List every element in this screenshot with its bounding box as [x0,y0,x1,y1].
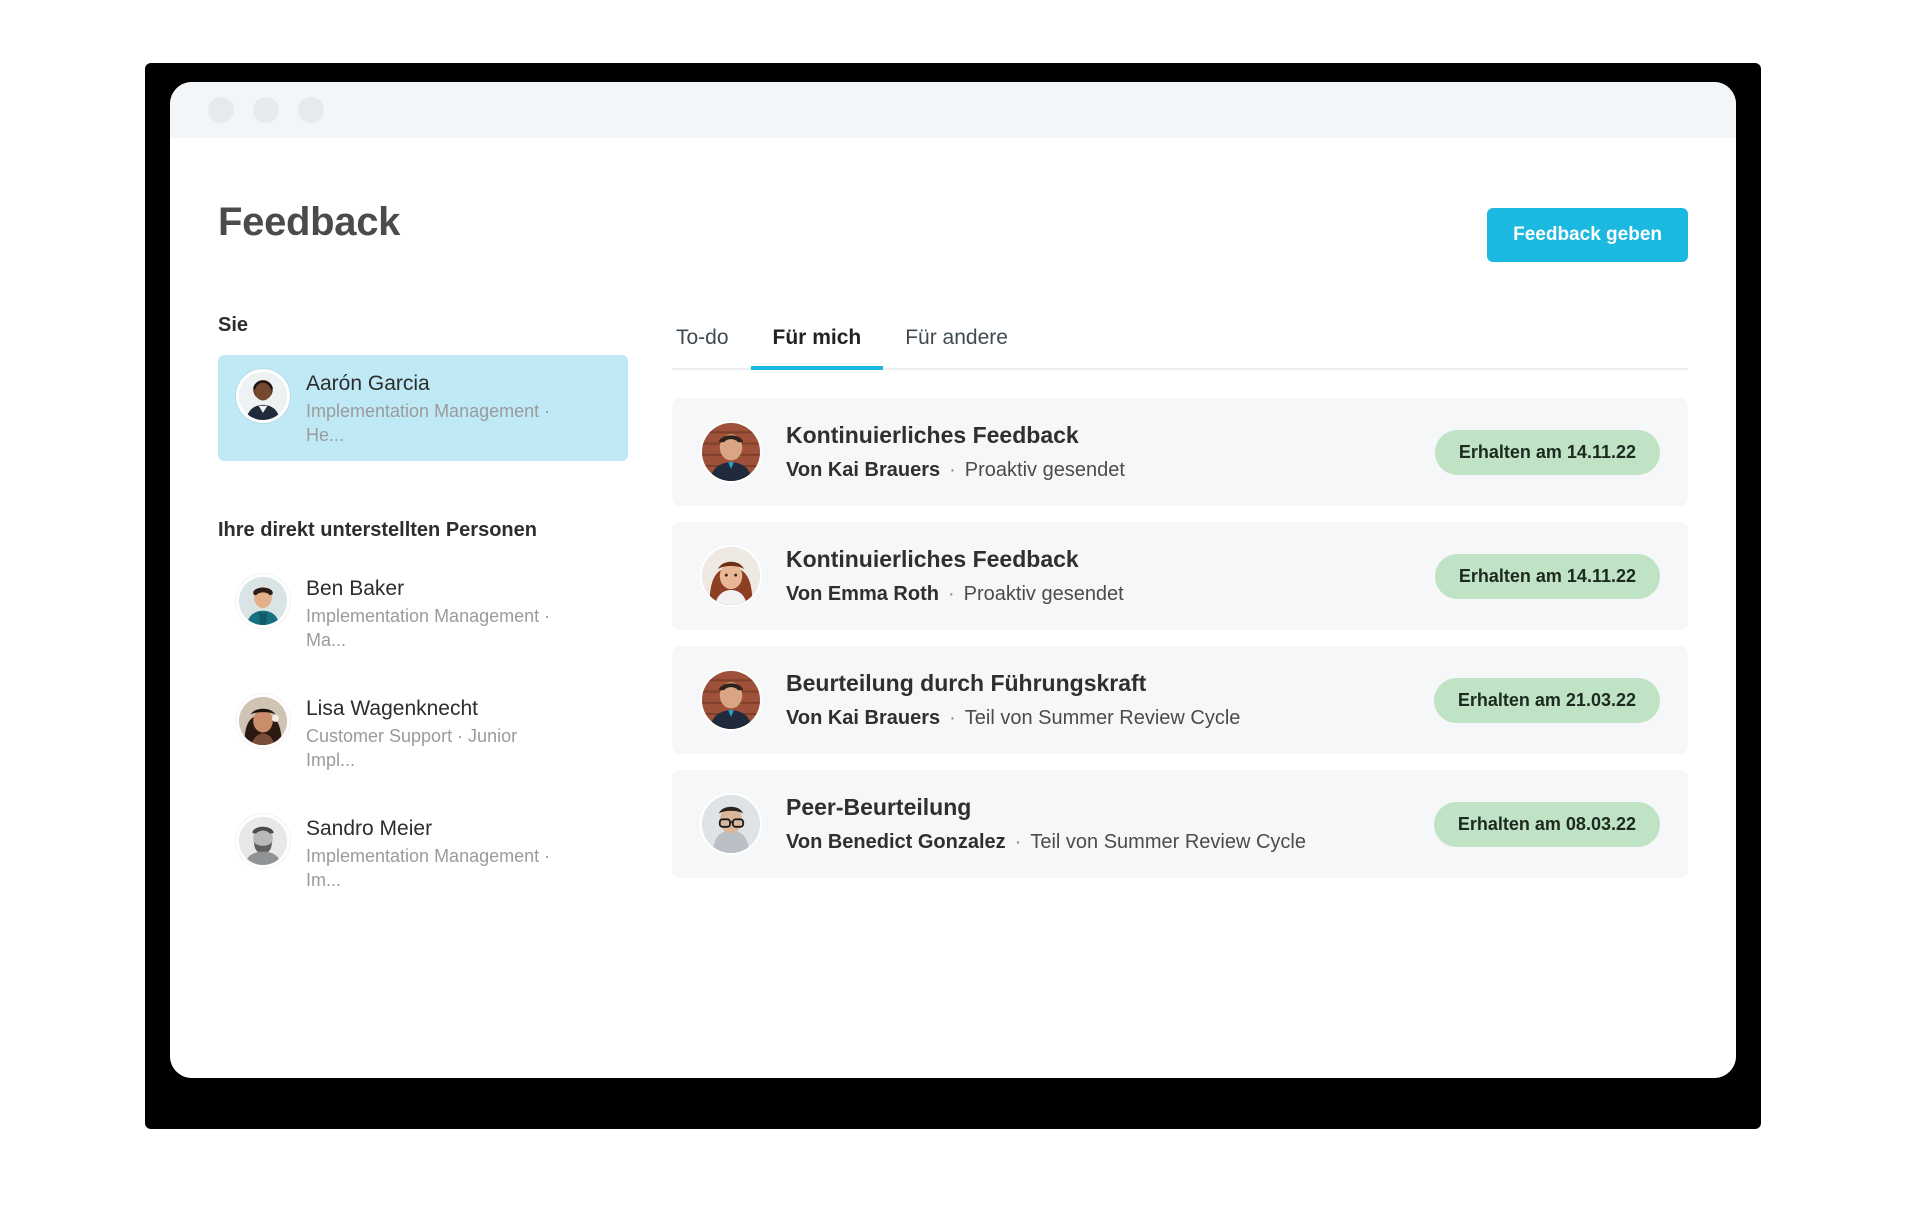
person-text: Sandro Meier Implementation Management ·… [306,814,556,892]
feedback-list: Kontinuierliches Feedback Von Kai Brauer… [672,398,1688,879]
feedback-meta: Von Kai Brauers · Teil von Summer Review C… [786,705,1414,732]
minimize-dot-icon[interactable] [253,97,279,123]
separator-dot: · [1014,831,1022,854]
feedback-card[interactable]: Beurteilung durch Führungskraft Von Kai … [672,646,1688,755]
give-feedback-button[interactable]: Feedback geben [1487,208,1688,262]
separator-dot: · [947,583,955,606]
status-badge: Erhalten am 21.03.22 [1433,677,1660,723]
feedback-card[interactable]: Kontinuierliches Feedback Von Emma Roth ·… [672,522,1688,631]
page-header: Feedback Feedback geben [170,138,1736,262]
maximize-dot-icon[interactable] [298,97,324,123]
feedback-meta: Von Kai Brauers · Proaktiv gesendet [786,457,1415,484]
page-body: Feedback Feedback geben Sie Aarón Garcia… [170,138,1736,1078]
sidebar-person-self[interactable]: Aarón Garcia Implementation Management ·… [218,355,628,462]
tab-fuer-mich[interactable]: Für mich [750,320,884,370]
feedback-meta: Von Benedict Gonzalez · Teil von Summer Re… [786,829,1414,856]
feedback-from: Von Kai Brauers [786,459,941,482]
status-badge: Erhalten am 08.03.22 [1433,801,1660,847]
main-panel: To-do Für mich Für andere Kontinuierlich… [628,314,1688,920]
feedback-card[interactable]: Kontinuierliches Feedback Von Kai Brauer… [672,398,1688,507]
feedback-context: Teil von Summer Review Cycle [964,707,1241,730]
person-name: Sandro Meier [306,817,433,841]
tab-todo[interactable]: To-do [672,320,751,368]
person-name: Lisa Wagenknecht [306,697,478,721]
feedback-card[interactable]: Peer-Beurteilung Von Benedict Gonzalez · T… [672,770,1688,879]
feedback-context: Proaktiv gesendet [964,459,1125,482]
avatar [700,793,762,856]
feedback-title: Beurteilung durch Führungskraft [786,670,1147,697]
status-badge: Erhalten am 14.11.22 [1434,553,1660,599]
people-sidebar: Sie Aarón Garcia Implementation Manageme… [218,314,628,920]
avatar [700,545,762,608]
person-text: Ben Baker Implementation Management · Ma… [306,574,556,652]
person-name: Ben Baker [306,577,405,601]
avatar [236,814,290,869]
feedback-tabs: To-do Für mich Für andere [672,320,1688,370]
person-name: Aarón Garcia [306,372,430,395]
close-dot-icon[interactable] [208,97,234,123]
sidebar-person-sandro-meier[interactable]: Sandro Meier Implementation Management ·… [218,800,628,906]
person-role: Customer Support · Junior Impl... [306,726,518,770]
avatar [700,421,762,484]
status-badge: Erhalten am 14.11.22 [1434,429,1660,475]
feedback-title: Kontinuierliches Feedback [786,546,1079,573]
avatar [236,694,290,749]
feedback-from: Von Emma Roth [786,583,939,606]
feedback-from: Von Kai Brauers [786,707,941,730]
feedback-context: Teil von Summer Review Cycle [1030,831,1306,854]
person-role: Implementation Management · Ma... [306,606,551,650]
avatar [700,669,762,732]
tab-fuer-andere[interactable]: Für andere [883,320,1030,368]
person-role: Implementation Management · He... [306,401,551,445]
feedback-from: Von Benedict Gonzalez [786,831,1006,854]
separator-dot: · [949,707,956,730]
person-role: Implementation Management · Im... [306,846,551,890]
feedback-title: Peer-Beurteilung [786,794,972,821]
card-text: Kontinuierliches Feedback Von Emma Roth ·… [786,544,1415,608]
browser-window: Feedback Feedback geben Sie Aarón Garcia… [170,82,1736,1078]
avatar [236,369,290,423]
person-text: Aarón Garcia Implementation Management ·… [306,369,556,447]
person-text: Lisa Wagenknecht Customer Support · Juni… [306,694,556,772]
card-text: Peer-Beurteilung Von Benedict Gonzalez · T… [786,792,1414,856]
content-columns: Sie Aarón Garcia Implementation Manageme… [170,314,1736,920]
card-text: Kontinuierliches Feedback Von Kai Brauer… [786,420,1415,484]
sidebar-reports-heading: Ihre direkt unterstellten Personen [218,519,537,542]
avatar [236,574,290,629]
feedback-meta: Von Emma Roth · Proaktiv gesendet [786,581,1415,608]
page-title: Feedback [218,200,401,244]
window-titlebar [170,82,1736,138]
sidebar-self-heading: Sie [218,314,249,336]
sidebar-person-ben-baker[interactable]: Ben Baker Implementation Management · Ma… [218,560,628,666]
separator-dot: · [949,459,956,482]
feedback-title: Kontinuierliches Feedback [786,422,1079,448]
sidebar-person-lisa-wagenknecht[interactable]: Lisa Wagenknecht Customer Support · Juni… [218,680,628,786]
feedback-context: Proaktiv gesendet [963,583,1124,606]
card-text: Beurteilung durch Führungskraft Von Kai … [786,668,1414,732]
